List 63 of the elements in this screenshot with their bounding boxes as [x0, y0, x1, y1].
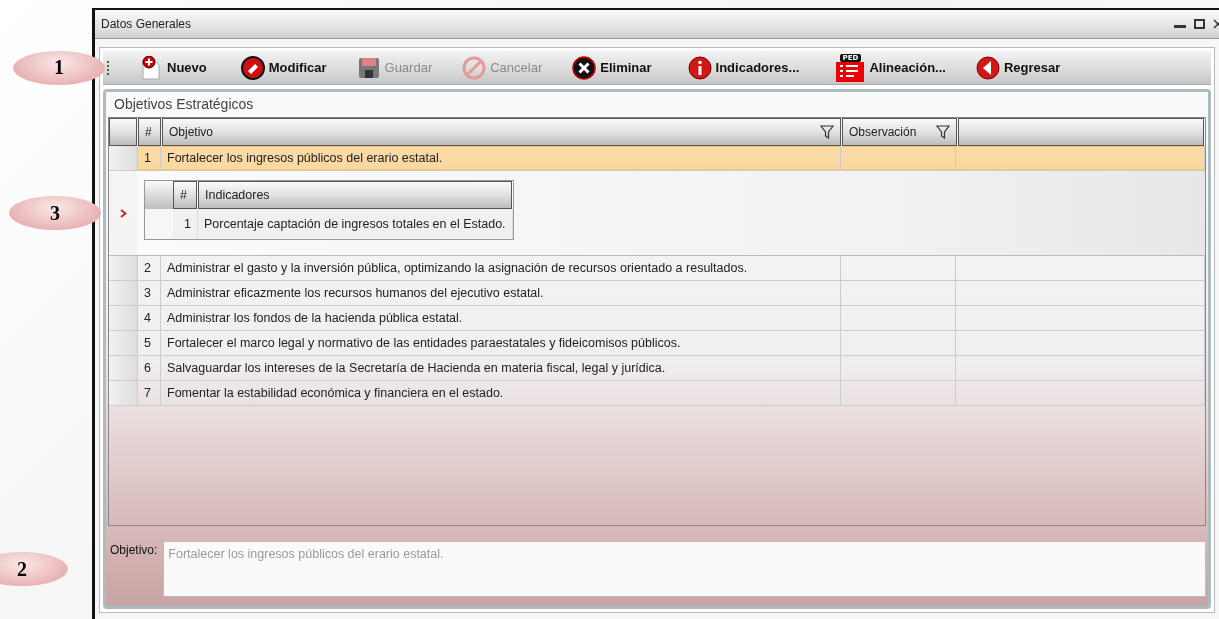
column-label: Observación — [849, 125, 917, 139]
table-cell: 7 — [138, 381, 161, 405]
callout-marker: 1 — [13, 50, 105, 85]
table-cell: Fortalecer los ingresos públicos del erario estatal. — [161, 146, 841, 170]
close-icon — [572, 55, 597, 80]
column-label: # — [145, 125, 152, 139]
toolbar-button[interactable]: Eliminar — [572, 55, 652, 80]
table-cell: 6 — [138, 356, 161, 380]
info-icon — [687, 55, 712, 80]
table-cell: Administrar eficazmente los recursos humanos del ejecutivo estatal. — [161, 281, 841, 305]
table-cell: 4 — [138, 306, 161, 330]
row-header-cell[interactable] — [109, 281, 138, 305]
field-label: Objetivo: — [110, 542, 158, 557]
chevron-icon — [119, 208, 127, 218]
table-cell: 1 — [173, 209, 198, 239]
prohibited-icon — [462, 55, 487, 80]
close-icon[interactable] — [1213, 19, 1219, 29]
row-header-cell[interactable] — [109, 381, 138, 405]
back-icon — [975, 55, 1000, 80]
table-cell: Salvaguardar los intereses de la Secretaría de Hacienda en materia fiscal, legal y jurídica. — [161, 356, 841, 380]
callout-marker: 2 — [0, 552, 68, 586]
grip-icon — [107, 60, 111, 75]
table-cell: 5 — [138, 331, 161, 355]
grid-row[interactable]: 1 Fortalecer los ingresos públicos del erario estatal. — [109, 146, 1205, 171]
column-header[interactable]: # — [173, 181, 197, 209]
table-cell: 3 — [138, 281, 161, 305]
column-header[interactable]: Objetivo — [162, 118, 841, 146]
table-cell: Administrar el gasto y la inversión pública, optimizando la asignación de recursos orientado a resultados. — [161, 256, 841, 280]
header-cell — [109, 118, 137, 146]
toolbar-button[interactable]: Indicadores... — [687, 55, 800, 80]
window-title: Datos Generales — [101, 17, 192, 31]
table-cell: 1 — [138, 146, 161, 170]
table-cell: Fomentar la estabilidad económica y financiera en el estado. — [161, 381, 841, 405]
toolbar-button[interactable]: Nuevo — [139, 55, 207, 80]
filter-icon[interactable] — [936, 125, 950, 139]
grid-row[interactable]: 4 Administrar los fondos de la hacienda pública estatal. — [109, 306, 1205, 331]
callout-marker: 3 — [9, 196, 101, 230]
grid-row[interactable]: 7 Fomentar la estabilidad económica y financiera en el estado. — [109, 381, 1205, 406]
row-header-cell[interactable] — [109, 356, 138, 380]
row-header-cell[interactable] — [109, 256, 138, 280]
panel-title: Objetivos Estratégicos — [113, 95, 255, 114]
grid-row[interactable]: 6 Salvaguardar los intereses de la Secretaría de Hacienda en materia fiscal, legal y jurídica. — [109, 356, 1205, 381]
column-header[interactable]: Observación — [842, 118, 957, 146]
column-label: Objetivo — [169, 125, 214, 139]
row-header-cell[interactable] — [109, 331, 138, 355]
grid-row[interactable]: 5 Fortalecer el marco legal y normativo de las entidades paraestatales y fideicomisos públicos. — [109, 331, 1205, 356]
grid-row[interactable]: 3 Administrar eficazmente los recursos humanos del ejecutivo estatal. — [109, 281, 1205, 306]
column-header[interactable]: Indicadores — [198, 181, 512, 209]
new-document-icon — [139, 55, 163, 80]
row-header-cell[interactable] — [145, 209, 173, 239]
toolbar-button[interactable]: Modificar — [240, 55, 327, 80]
eraser-icon — [240, 55, 265, 80]
table-cell: Porcentaje captación de ingresos totales en el Estado. — [198, 209, 513, 239]
maximize-icon[interactable] — [1194, 19, 1205, 29]
filter-icon[interactable] — [820, 125, 834, 139]
table-cell: 2 — [138, 256, 161, 280]
toolbar-button[interactable]: Regresar — [975, 55, 1061, 80]
table-cell: Fortalecer el marco legal y normativo de las entidades paraestatales y fideicomisos públicos. — [161, 331, 841, 355]
grid-row[interactable]: 2 Administrar el gasto y la inversión pública, optimizando la asignación de recursos orientado a resultados. — [109, 256, 1205, 281]
header-cell — [145, 181, 173, 209]
column-header[interactable]: # — [138, 118, 161, 146]
table-cell: Administrar los fondos de la hacienda pública estatal. — [161, 306, 841, 330]
row-header-cell[interactable] — [109, 146, 138, 170]
